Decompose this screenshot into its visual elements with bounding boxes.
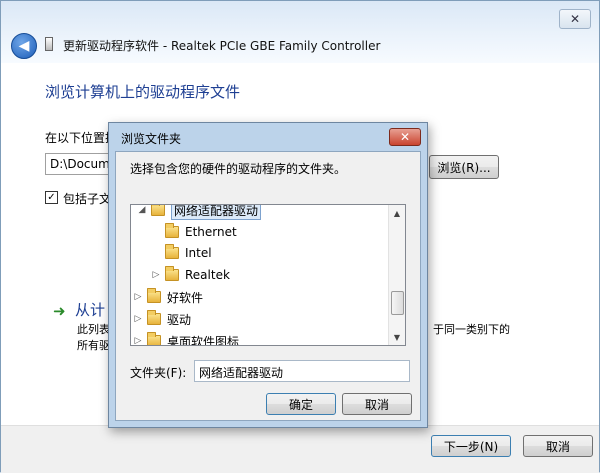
folder-icon <box>147 288 161 303</box>
tree-item[interactable]: ▷ 桌面软件图标 <box>133 331 240 346</box>
tree-item[interactable]: ▷ 驱动 <box>133 309 191 329</box>
tree-item-label: Realtek <box>185 268 230 282</box>
next-button[interactable]: 下一步(N) <box>431 435 511 457</box>
tree-item-label: 网络适配器驱动 <box>171 205 262 220</box>
expand-arrow-icon[interactable]: ▷ <box>133 336 143 345</box>
tree-item[interactable]: ▷ Realtek <box>151 265 230 285</box>
dialog-close-button[interactable]: ✕ <box>389 128 421 146</box>
tree-scrollbar[interactable]: ▲ ▼ <box>388 205 405 345</box>
tree-item-label: 好软件 <box>167 290 204 305</box>
expand-arrow-icon[interactable]: ▷ <box>133 314 143 324</box>
device-icon <box>45 37 53 51</box>
tree-item[interactable]: ◢ 网络适配器驱动 <box>137 205 262 220</box>
expand-arrow-icon[interactable]: ◢ <box>137 205 147 215</box>
tree-item[interactable]: Ethernet <box>151 222 237 242</box>
scroll-down-icon[interactable]: ▼ <box>389 329 405 345</box>
page-heading: 浏览计算机上的驱动程序文件 <box>45 83 241 101</box>
browse-button[interactable]: 浏览(R)... <box>429 155 499 179</box>
include-subfolders-label: 包括子文 <box>63 192 112 206</box>
dialog-titlebar[interactable]: 浏览文件夹 ✕ <box>109 123 427 149</box>
tree-item[interactable]: ▷ 好软件 <box>133 287 203 307</box>
expand-arrow-icon[interactable]: ▷ <box>133 292 143 302</box>
pick-desc-right: 于同一类别下的 <box>433 323 510 336</box>
folder-field-label: 文件夹(F): <box>130 366 187 380</box>
folder-tree[interactable]: ◢ 网络适配器驱动 Ethernet Intel ▷ Realtek ▷ 好软件… <box>130 204 406 346</box>
dialog-cancel-button[interactable]: 取消 <box>342 393 412 415</box>
scroll-up-icon[interactable]: ▲ <box>389 205 405 221</box>
folder-icon <box>165 244 179 259</box>
dialog-description: 选择包含您的硬件的驱动程序的文件夹。 <box>130 162 347 176</box>
dialog-title: 浏览文件夹 <box>121 132 182 146</box>
search-location-label: 在以下位置搜 <box>45 131 118 145</box>
tree-item-label: Ethernet <box>185 225 237 239</box>
folder-icon <box>165 266 179 281</box>
wizard-title: 更新驱动程序软件 - Realtek PCIe GBE Family Contr… <box>63 39 381 53</box>
ok-button[interactable]: 确定 <box>266 393 336 415</box>
pick-from-list-link[interactable]: 从计 <box>75 299 105 320</box>
folder-input[interactable]: 网络适配器驱动 <box>194 360 410 382</box>
expand-arrow-icon[interactable]: ▷ <box>151 270 161 280</box>
pick-desc-line2: 所有驱 <box>77 339 110 352</box>
wizard-close-button[interactable]: ✕ <box>559 9 591 29</box>
scroll-thumb[interactable] <box>391 291 404 315</box>
dialog-body: 选择包含您的硬件的驱动程序的文件夹。 ◢ 网络适配器驱动 Ethernet In… <box>115 151 421 421</box>
tree-item-label: 桌面软件图标 <box>167 334 240 346</box>
folder-icon <box>147 332 161 345</box>
browse-folder-dialog: 浏览文件夹 ✕ 选择包含您的硬件的驱动程序的文件夹。 ◢ 网络适配器驱动 Eth… <box>108 122 428 428</box>
tree-item-label: Intel <box>185 246 212 260</box>
pick-desc-line1: 此列表 <box>77 323 110 336</box>
wizard-cancel-button[interactable]: 取消 <box>523 435 593 457</box>
folder-icon <box>151 205 165 216</box>
folder-icon <box>147 310 161 325</box>
tree-item-label: 驱动 <box>167 312 192 327</box>
back-arrow-icon[interactable]: ◀ <box>11 33 37 59</box>
tree-item[interactable]: Intel <box>151 243 212 263</box>
include-subfolders-checkbox[interactable]: ✓ <box>45 191 58 204</box>
folder-icon <box>165 223 179 238</box>
green-arrow-icon: ➜ <box>53 302 66 320</box>
